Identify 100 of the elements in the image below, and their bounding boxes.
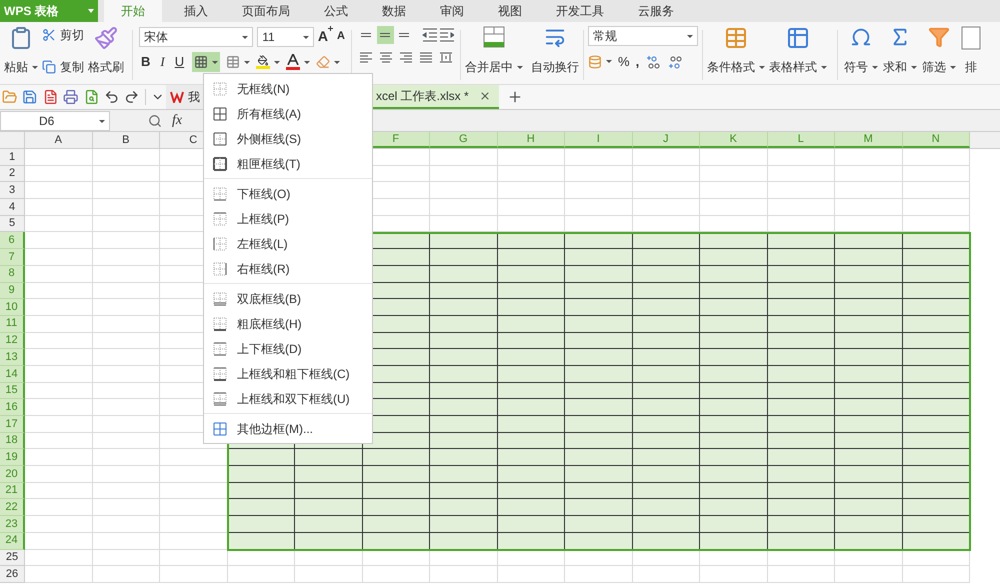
grid-cell[interactable] — [632, 299, 700, 316]
row-header[interactable]: 1 — [0, 149, 25, 166]
save-icon[interactable] — [22, 89, 38, 105]
document-tab[interactable]: xcel 工作表.xlsx * — [373, 85, 499, 109]
grid-cell[interactable] — [632, 399, 700, 416]
grid-cell[interactable] — [700, 299, 768, 316]
grid-cell[interactable] — [632, 432, 700, 450]
grid-cell[interactable] — [700, 399, 768, 416]
paste-button[interactable]: 粘贴 — [4, 26, 38, 76]
menu-item[interactable]: 上框线和粗下框线(C) — [204, 361, 372, 386]
grid-cell[interactable] — [295, 516, 362, 533]
font-size-field[interactable]: 11 — [257, 26, 314, 46]
grid-cell[interactable] — [700, 266, 768, 282]
grid-cell[interactable] — [498, 499, 565, 516]
grid-cell[interactable] — [700, 282, 768, 300]
grid-cell[interactable] — [632, 282, 700, 300]
grid-cell[interactable] — [768, 499, 835, 516]
grid-cell[interactable] — [835, 466, 902, 483]
grid-cell[interactable] — [430, 466, 498, 483]
grid-cell[interactable] — [430, 349, 498, 366]
grid-cell[interactable] — [498, 316, 565, 333]
grid-cell[interactable] — [498, 349, 565, 366]
grid-cell[interactable] — [632, 499, 700, 516]
grid-cell[interactable] — [902, 282, 970, 300]
grid-cell[interactable] — [430, 382, 498, 400]
name-box[interactable]: D6 — [0, 110, 110, 130]
sum-button[interactable]: 求和 — [883, 26, 917, 76]
grid-cell[interactable] — [902, 349, 970, 366]
grid-cell[interactable] — [902, 499, 970, 516]
grid-cell[interactable] — [835, 399, 902, 416]
grid-cell[interactable] — [835, 482, 902, 500]
grid-cell[interactable] — [902, 466, 970, 483]
ribbon-tab[interactable]: 数据 — [370, 0, 418, 22]
grid-cell[interactable] — [295, 532, 362, 550]
grid-cell[interactable] — [902, 416, 970, 433]
grid-cell[interactable] — [295, 466, 362, 483]
grid-cell[interactable] — [902, 316, 970, 333]
grid-cell[interactable] — [362, 449, 430, 466]
grid-cell[interactable] — [632, 466, 700, 483]
grid-cell[interactable] — [700, 482, 768, 500]
font-color-button[interactable] — [286, 54, 310, 70]
grid-cell[interactable] — [835, 282, 902, 300]
font-name-field[interactable]: 宋体 — [139, 26, 254, 46]
grid-cell[interactable] — [835, 316, 902, 333]
menu-item[interactable]: 粗底框线(H) — [204, 311, 372, 336]
menu-item[interactable]: 右框线(R) — [204, 256, 372, 281]
grid-cell[interactable] — [768, 316, 835, 333]
ribbon-tab[interactable]: 开始 — [104, 0, 162, 22]
grid-cell[interactable] — [768, 466, 835, 483]
menu-item[interactable]: 其他边框(M)... — [204, 416, 372, 441]
grow-font-button[interactable]: A — [318, 26, 334, 47]
undo-icon[interactable] — [104, 89, 120, 105]
menu-item[interactable]: 上框线(P) — [204, 206, 372, 231]
ribbon-tab[interactable]: 公式 — [312, 0, 360, 22]
grid-cell[interactable] — [498, 282, 565, 300]
grid-cell[interactable] — [902, 266, 970, 282]
grid-cell[interactable] — [700, 382, 768, 400]
grid-cell[interactable] — [768, 482, 835, 500]
grid-cell[interactable] — [835, 299, 902, 316]
grid-cell[interactable] — [565, 382, 632, 400]
number-format-field[interactable]: 常规 — [588, 26, 698, 46]
grid-cell[interactable] — [565, 316, 632, 333]
vertical-align-button[interactable] — [376, 26, 394, 44]
grid-cell[interactable] — [498, 399, 565, 416]
grid-cell[interactable] — [430, 449, 498, 466]
grid-cell[interactable] — [835, 449, 902, 466]
grid-cell[interactable] — [768, 332, 835, 350]
grid-cell[interactable] — [565, 299, 632, 316]
menu-item[interactable]: 下框线(O) — [204, 181, 372, 206]
grid-cell[interactable] — [902, 366, 970, 383]
menu-item[interactable]: 上框线和双下框线(U) — [204, 386, 372, 411]
grid-cell[interactable] — [768, 266, 835, 282]
grid-cell[interactable] — [700, 532, 768, 550]
grid-cell[interactable] — [632, 349, 700, 366]
grid-cell[interactable] — [228, 466, 295, 483]
close-icon[interactable] — [479, 90, 491, 102]
grid-cell[interactable] — [632, 249, 700, 266]
grid-cell[interactable] — [835, 432, 902, 450]
menu-item[interactable]: 粗匣框线(T) — [204, 151, 372, 176]
grid-cell[interactable] — [768, 432, 835, 450]
grid-cell[interactable] — [430, 332, 498, 350]
underline-button[interactable]: U — [172, 52, 186, 72]
search-icon[interactable] — [148, 114, 162, 128]
grid-cell[interactable] — [498, 332, 565, 350]
grid-cell[interactable] — [362, 532, 430, 550]
grid-cell[interactable] — [700, 432, 768, 450]
grid-cell[interactable] — [498, 432, 565, 450]
grid-cell[interactable] — [632, 332, 700, 350]
grid-cell[interactable] — [565, 332, 632, 350]
grid-cell[interactable] — [362, 482, 430, 500]
new-tab-icon[interactable] — [507, 89, 523, 105]
percent-button[interactable]: % — [618, 52, 630, 72]
grid-cell[interactable] — [430, 499, 498, 516]
grid-cell[interactable] — [768, 516, 835, 533]
grid-cell[interactable] — [902, 299, 970, 316]
grid-cell[interactable] — [902, 449, 970, 466]
grid-cell[interactable] — [700, 332, 768, 350]
grid-cell[interactable] — [228, 516, 295, 533]
grid-cell[interactable] — [835, 416, 902, 433]
grid-cell[interactable] — [565, 266, 632, 282]
